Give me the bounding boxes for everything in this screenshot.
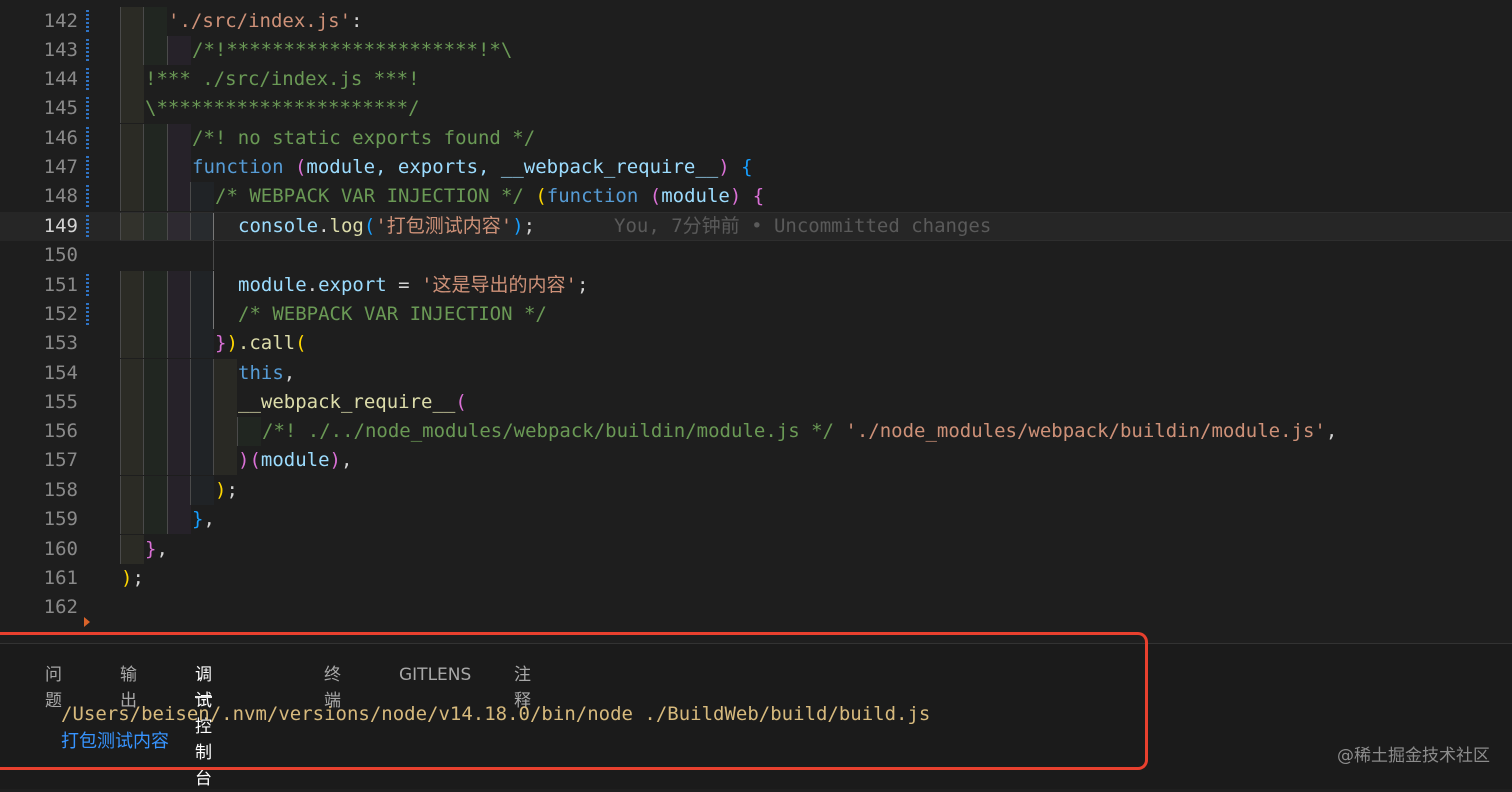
line-number: 153: [43, 332, 78, 354]
line-number: 145: [43, 97, 78, 119]
modified-gutter-marker[interactable]: [86, 156, 89, 179]
code-text: },: [145, 538, 168, 560]
code-line-145[interactable]: 145 \**********************/: [0, 94, 1512, 123]
code-line-153[interactable]: 153 }).call(: [0, 329, 1512, 358]
modified-gutter-marker[interactable]: [86, 274, 89, 297]
code-text: __webpack_require__(: [238, 391, 467, 413]
line-number: 149: [43, 215, 78, 237]
code-text: this,: [238, 362, 296, 384]
modified-gutter-marker[interactable]: [86, 10, 89, 33]
code-text: }).call(: [215, 332, 307, 354]
line-number: 147: [43, 156, 78, 178]
modified-gutter-marker[interactable]: [86, 127, 89, 150]
code-line-158[interactable]: 158 );: [0, 476, 1512, 505]
console-output-line: 打包测试内容: [61, 731, 169, 752]
tab-problems[interactable]: 问题: [45, 662, 62, 714]
bottom-panel: 问题 输出 调试控制台 终端 GITLENS 注释 /Users/beisen/…: [0, 643, 1512, 789]
watermark: @稀土掘金技术社区: [1337, 746, 1490, 766]
modified-gutter-marker[interactable]: [86, 185, 89, 208]
line-number: 157: [43, 449, 78, 471]
line-number: 144: [43, 68, 78, 90]
code-line-151[interactable]: 151 module.export = '这是导出的内容';: [0, 271, 1512, 300]
line-number: 152: [43, 303, 78, 325]
code-line-150[interactable]: 150: [0, 241, 1512, 270]
code-text: )(module),: [238, 449, 353, 471]
code-line-160[interactable]: 160 },: [0, 535, 1512, 564]
code-text: \**********************/: [145, 97, 420, 119]
tab-gitlens[interactable]: GITLENS: [399, 662, 471, 688]
line-number: 158: [43, 479, 78, 501]
code-text: /*! ./../node_modules/webpack/buildin/mo…: [262, 420, 1338, 442]
modified-gutter-marker[interactable]: [86, 39, 89, 62]
line-number: 155: [43, 391, 78, 413]
code-line-157[interactable]: 157 )(module),: [0, 446, 1512, 475]
code-line-144[interactable]: 144 !*** ./src/index.js ***!: [0, 65, 1512, 94]
code-text: );: [121, 567, 144, 589]
code-line-162[interactable]: 162: [0, 593, 1512, 622]
code-text: !*** ./src/index.js ***!: [145, 68, 420, 90]
code-line-156[interactable]: 156 /*! ./../node_modules/webpack/buildi…: [0, 417, 1512, 446]
code-line-143[interactable]: 143 /*!**********************!*\: [0, 36, 1512, 65]
code-line-147[interactable]: 147 function (module, exports, __webpack…: [0, 153, 1512, 182]
line-number: 156: [43, 420, 78, 442]
code-text: './src/index.js':: [168, 10, 363, 32]
line-number: 160: [43, 538, 78, 560]
code-text: function (module, exports, __webpack_req…: [192, 156, 753, 178]
code-line-161[interactable]: 161 );: [0, 564, 1512, 593]
code-text: /* WEBPACK VAR INJECTION */ (function (m…: [215, 185, 765, 207]
line-number: 143: [43, 39, 78, 61]
deleted-lines-marker-icon[interactable]: [84, 617, 90, 627]
line-number: 146: [43, 127, 78, 149]
code-line-155[interactable]: 155 __webpack_require__(: [0, 388, 1512, 417]
line-number: 148: [43, 185, 78, 207]
modified-gutter-marker[interactable]: [86, 68, 89, 91]
line-number: 142: [43, 10, 78, 32]
code-line-152[interactable]: 152 /* WEBPACK VAR INJECTION */: [0, 300, 1512, 329]
code-text: },: [192, 508, 215, 530]
code-line-146[interactable]: 146 /*! no static exports found */: [0, 124, 1512, 153]
line-number: 161: [43, 567, 78, 589]
console-command-line: /Users/beisen/.nvm/versions/node/v14.18.…: [61, 703, 931, 725]
code-text: /*! no static exports found */: [192, 127, 536, 149]
code-text: /* WEBPACK VAR INJECTION */: [238, 303, 547, 325]
code-line-159[interactable]: 159 },: [0, 505, 1512, 534]
line-number: 150: [43, 244, 78, 266]
modified-gutter-marker[interactable]: [86, 303, 89, 326]
line-number: 162: [43, 596, 78, 618]
modified-gutter-marker[interactable]: [86, 215, 89, 238]
code-text: console.log('打包测试内容');: [238, 215, 536, 237]
code-text: /*!**********************!*\: [192, 39, 513, 61]
modified-gutter-marker[interactable]: [86, 97, 89, 120]
code-line-149[interactable]: 149 console.log('打包测试内容'); You, 7分钟前 • U…: [0, 212, 1512, 241]
line-number: 154: [43, 362, 78, 384]
code-text: );: [215, 479, 238, 501]
line-number: 159: [43, 508, 78, 530]
git-blame-annotation[interactable]: You, 7分钟前 • Uncommitted changes: [614, 212, 991, 241]
line-number: 151: [43, 274, 78, 296]
code-line-148[interactable]: 148 /* WEBPACK VAR INJECTION */ (functio…: [0, 182, 1512, 211]
code-editor[interactable]: 142 './src/index.js': 143 /*!***********…: [0, 0, 1512, 640]
code-line-142[interactable]: 142 './src/index.js':: [0, 7, 1512, 36]
code-line-154[interactable]: 154 this,: [0, 359, 1512, 388]
code-text: module.export = '这是导出的内容';: [238, 274, 589, 296]
